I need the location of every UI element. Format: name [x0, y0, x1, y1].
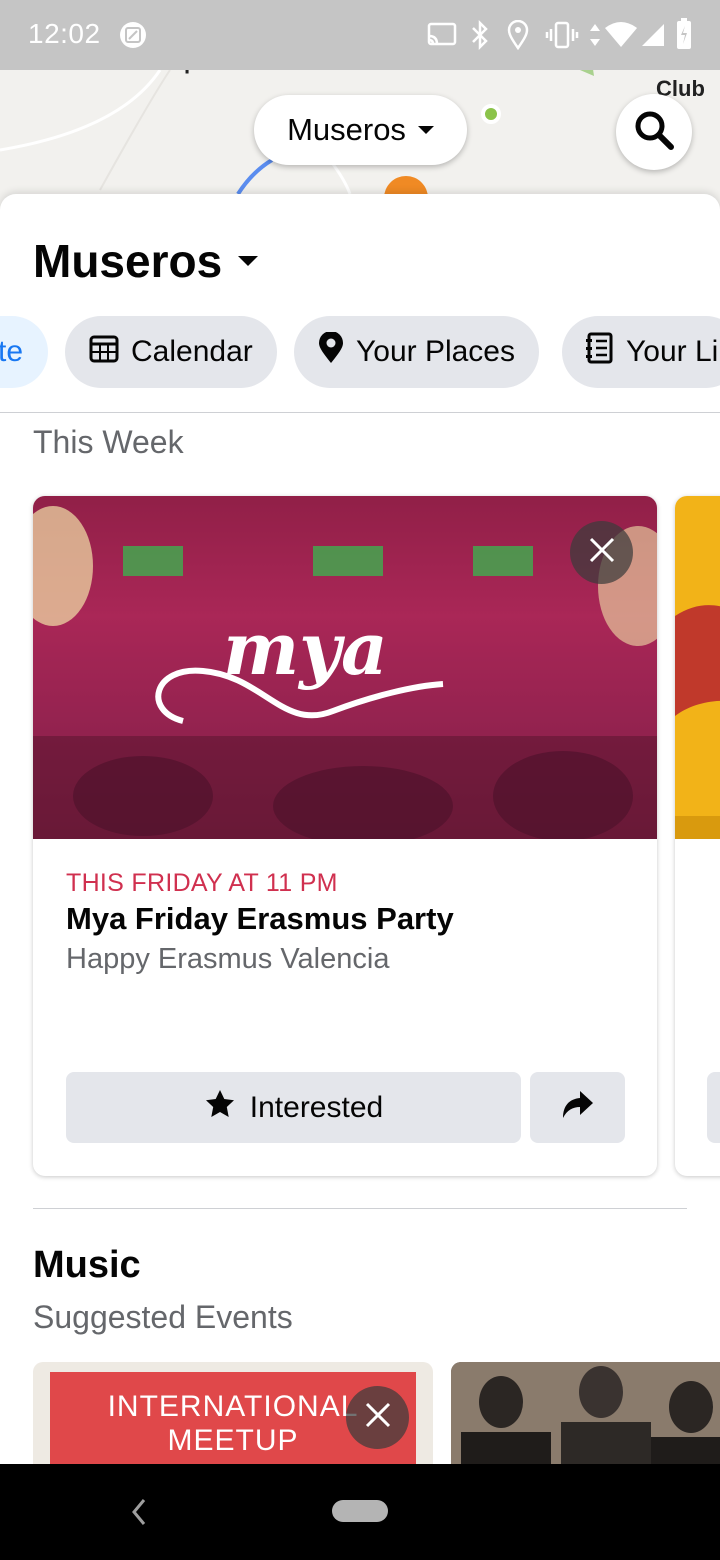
- close-icon: [365, 1402, 391, 1433]
- chip-active[interactable]: te: [0, 316, 48, 388]
- chip-label: te: [0, 335, 24, 368]
- chip-your-list[interactable]: Your Li: [562, 316, 720, 388]
- search-icon: [633, 109, 675, 156]
- event-title[interactable]: Mya Friday Erasmus Party: [66, 901, 454, 937]
- event-card-next[interactable]: [675, 496, 720, 1176]
- home-pill[interactable]: [332, 1500, 388, 1522]
- map-marker-small[interactable]: [481, 104, 501, 124]
- filter-chips[interactable]: te Calendar Your Places Your Li: [0, 316, 720, 388]
- dismiss-button[interactable]: [570, 521, 633, 584]
- battery-icon: [676, 18, 692, 55]
- music-section-title: Music: [33, 1244, 141, 1286]
- chevron-down-icon: [238, 256, 259, 266]
- close-icon: [589, 537, 615, 568]
- event-cover-image[interactable]: mya: [33, 496, 657, 839]
- search-button[interactable]: [616, 94, 692, 170]
- status-bar: 12:02: [0, 0, 720, 70]
- event-date: THIS FRIDAY AT 11 PM: [66, 869, 338, 897]
- location-selector[interactable]: Museros: [254, 95, 467, 165]
- location-selector-label: Museros: [287, 112, 406, 147]
- event-cover-image-next: [675, 496, 720, 839]
- status-time: 12:02: [28, 18, 101, 49]
- share-button[interactable]: [530, 1072, 625, 1143]
- music-event-card[interactable]: INTERNATIONAL MEETUP: [33, 1362, 433, 1464]
- screenshot-icon: [118, 20, 148, 55]
- star-icon: [204, 1088, 236, 1128]
- signal-icon: [640, 22, 666, 53]
- location-icon: [507, 19, 529, 55]
- music-section-subtitle: Suggested Events: [33, 1299, 293, 1335]
- event-card[interactable]: mya THIS FRIDAY AT 11 PM Mya Friday Eras…: [33, 496, 657, 1176]
- back-icon[interactable]: [128, 1494, 150, 1535]
- chip-label: Calendar: [131, 335, 253, 368]
- chevron-down-icon: [417, 126, 434, 134]
- vibrate-icon: [545, 20, 579, 55]
- chip-label: Your Places: [356, 335, 515, 368]
- share-arrow-icon: [561, 1090, 595, 1125]
- sheet-title-selector[interactable]: Museros: [33, 234, 259, 288]
- this-week-label: This Week: [33, 424, 184, 460]
- page-title: Museros: [33, 235, 223, 287]
- cast-icon: [427, 22, 457, 53]
- event-host[interactable]: Happy Erasmus Valencia: [66, 943, 389, 976]
- events-sheet[interactable]: Museros te Calendar Your Places Your Li …: [0, 194, 720, 1464]
- interested-button[interactable]: Interested: [66, 1072, 521, 1143]
- dismiss-button[interactable]: [346, 1386, 409, 1449]
- chips-divider: [0, 412, 720, 413]
- button-placeholder-next: [707, 1072, 720, 1143]
- location-pin-icon: [318, 331, 344, 372]
- interested-label: Interested: [249, 1090, 384, 1124]
- chip-your-places[interactable]: Your Places: [294, 316, 539, 388]
- bluetooth-icon: [470, 19, 490, 55]
- section-divider: [33, 1208, 687, 1209]
- event-logo-text: mya: [223, 606, 388, 691]
- chip-label: Your Li: [626, 335, 719, 368]
- music-event-card-next[interactable]: [451, 1362, 720, 1464]
- calendar-icon: [89, 333, 119, 371]
- wifi-icon: [604, 20, 638, 53]
- chip-calendar[interactable]: Calendar: [65, 316, 277, 388]
- data-arrows-icon: [588, 22, 602, 53]
- list-icon: [586, 332, 614, 372]
